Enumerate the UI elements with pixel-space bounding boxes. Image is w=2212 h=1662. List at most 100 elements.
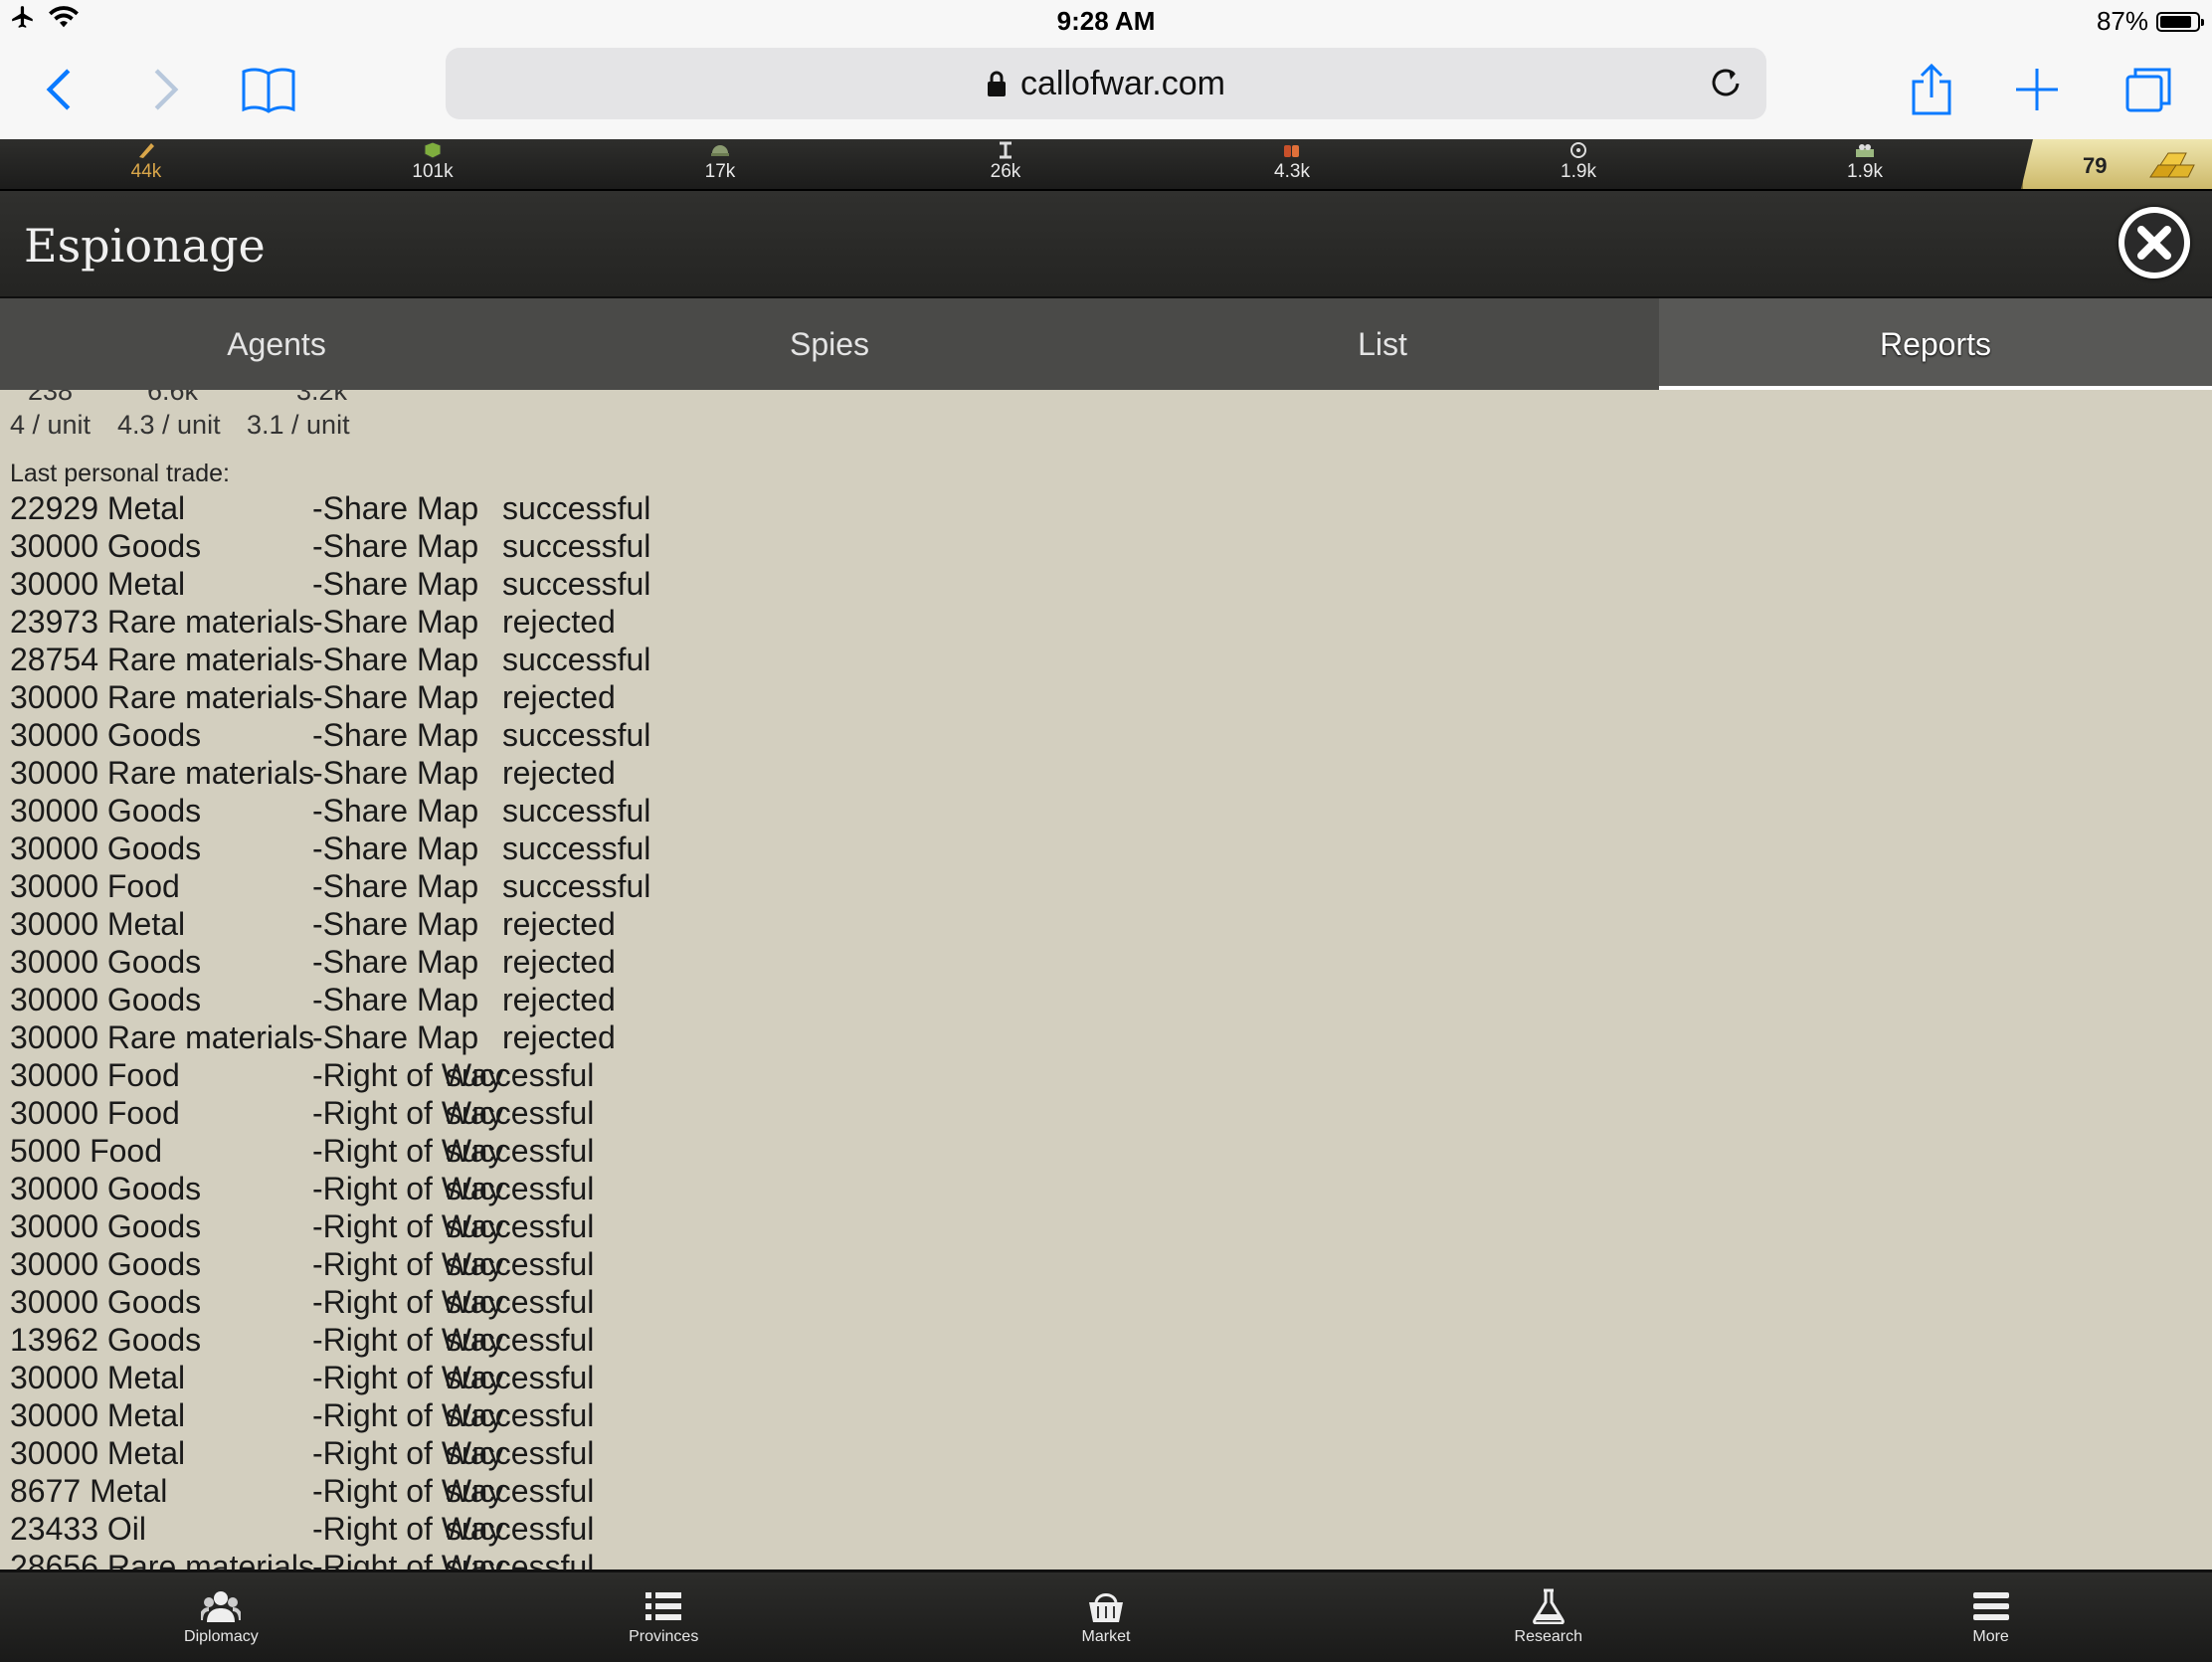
report-panel[interactable]: 238 6.6k 3.2k 4 / unit 4.3 / unit 3.1 / … <box>0 390 2212 1570</box>
url-bar[interactable]: callofwar.com <box>446 48 1766 119</box>
trade-status: successful <box>446 1511 595 1547</box>
tab-spies[interactable]: Spies <box>553 298 1106 390</box>
trade-offer: 30000 Goods <box>10 944 202 980</box>
trade-offer: 30000 Food <box>10 868 180 904</box>
bookmarks-icon <box>242 68 295 113</box>
resource-electronics[interactable]: 1.9k <box>1519 139 1638 189</box>
trade-request: -Share Map <box>312 1019 479 1055</box>
resource-supplies[interactable]: 44k <box>87 139 206 189</box>
trade-offer: 30000 Goods <box>10 793 202 829</box>
status-bar: 9:28 AM 87% <box>0 0 2212 42</box>
bookmarks-button[interactable] <box>239 60 298 119</box>
trade-offer: 30000 Goods <box>10 717 202 753</box>
forward-button[interactable] <box>135 60 195 119</box>
trade-status: rejected <box>502 679 616 715</box>
tabs-icon <box>2125 68 2171 112</box>
nav-research[interactable]: Research <box>1327 1572 1769 1662</box>
nav-provinces[interactable]: Provinces <box>443 1572 885 1662</box>
share-icon <box>1912 64 1951 115</box>
trade-offer: 30000 Food <box>10 1095 180 1131</box>
status-time: 9:28 AM <box>1056 6 1156 36</box>
tab-list[interactable]: List <box>1106 298 1659 390</box>
lock-icon <box>988 71 1007 96</box>
resource-value: 4.3k <box>1274 161 1310 182</box>
tabs-button[interactable] <box>2119 60 2178 119</box>
tab-reports[interactable]: Reports <box>1659 298 2212 390</box>
nav-market[interactable]: Market <box>885 1572 1328 1662</box>
resource-rare-materials[interactable]: 26k <box>946 139 1065 189</box>
resource-manpower[interactable]: 17k <box>660 139 780 189</box>
unit-price-row: 4 / unit 4.3 / unit 3.1 / unit <box>10 410 366 441</box>
trade-status: successful <box>446 1549 595 1570</box>
more-icon <box>1972 1592 2009 1620</box>
trade-request: -Share Map <box>312 566 479 602</box>
new-tab-button[interactable] <box>2007 60 2067 119</box>
money-icon <box>1856 144 1874 157</box>
resource-bar: 44k 101k 17k 26k 4.3k 1.9k 1.9k <box>0 139 2212 191</box>
trade-offer: 30000 Metal <box>10 1397 186 1433</box>
trade-status: successful <box>446 1057 595 1093</box>
nav-label: More <box>1972 1628 2009 1645</box>
nav-label: Diplomacy <box>184 1628 259 1645</box>
gold-bars-icon <box>2149 152 2195 178</box>
trade-offer: 23973 Rare materials <box>10 604 314 640</box>
trade-status: successful <box>502 831 651 866</box>
supplies-icon <box>139 143 154 158</box>
stock-value: 6.6k <box>147 390 199 406</box>
reload-icon[interactable] <box>1707 62 1747 101</box>
tab-agents[interactable]: Agents <box>0 298 553 390</box>
gold-counter[interactable]: 79 <box>2021 139 2212 189</box>
manpower-icon <box>711 145 729 156</box>
close-icon <box>2124 213 2184 273</box>
resource-value: 44k <box>130 161 162 182</box>
stock-value: 3.2k <box>296 390 348 406</box>
trade-status: successful <box>446 1322 595 1358</box>
trade-status: rejected <box>502 982 616 1017</box>
trade-status: successful <box>446 1171 595 1206</box>
nav-more[interactable]: More <box>1769 1572 2212 1662</box>
tab-bar: Agents Spies List Reports <box>0 298 2212 390</box>
trade-offer: 30000 Metal <box>10 1360 186 1395</box>
close-button[interactable] <box>2119 207 2190 278</box>
trade-offer: 28754 Rare materials <box>10 642 314 677</box>
browser-toolbar: callofwar.com <box>0 42 2212 140</box>
trade-status: successful <box>502 868 651 904</box>
resource-value: 17k <box>704 161 736 182</box>
battery-level <box>2160 15 2192 28</box>
trade-request: -Share Map <box>312 831 479 866</box>
trade-offer: 30000 Rare materials <box>10 679 314 715</box>
trade-status: successful <box>446 1095 595 1131</box>
trade-request: -Share Map <box>312 604 479 640</box>
resource-stock-row: 238 6.6k 3.2k <box>10 390 396 407</box>
trade-status: successful <box>446 1473 595 1509</box>
trade-offer: 30000 Goods <box>10 1246 202 1282</box>
trade-status: rejected <box>502 755 616 791</box>
back-icon <box>46 69 71 110</box>
resource-money[interactable]: 1.9k <box>1805 139 1925 189</box>
resource-value: 101k <box>412 161 454 182</box>
url-text: callofwar.com <box>1020 64 1225 102</box>
trade-offer: 28656 Rare materials <box>10 1549 314 1570</box>
window-header: Espionage <box>0 191 2212 298</box>
resource-fuel[interactable]: 4.3k <box>1232 139 1352 189</box>
trade-offer: 30000 Metal <box>10 906 186 942</box>
electronics-icon <box>1570 142 1586 158</box>
research-icon <box>1532 1588 1565 1624</box>
trade-offer: 8677 Metal <box>10 1473 168 1509</box>
battery-icon <box>2156 11 2204 32</box>
resource-components[interactable]: 101k <box>373 139 492 189</box>
trade-status: successful <box>446 1435 595 1471</box>
fuel-icon <box>1284 145 1299 157</box>
trade-status: rejected <box>502 944 616 980</box>
back-button[interactable] <box>30 60 90 119</box>
trade-status: successful <box>446 1397 595 1433</box>
unit-price: 3.1 / unit <box>247 410 350 440</box>
unit-price: 4 / unit <box>10 410 92 440</box>
nav-diplomacy[interactable]: Diplomacy <box>0 1572 443 1662</box>
trade-status: successful <box>446 1208 595 1244</box>
nav-label: Provinces <box>629 1628 699 1645</box>
trade-status: rejected <box>502 1019 616 1055</box>
trade-request: -Share Map <box>312 944 479 980</box>
share-button[interactable] <box>1902 60 1961 119</box>
resource-value: 26k <box>990 161 1021 182</box>
